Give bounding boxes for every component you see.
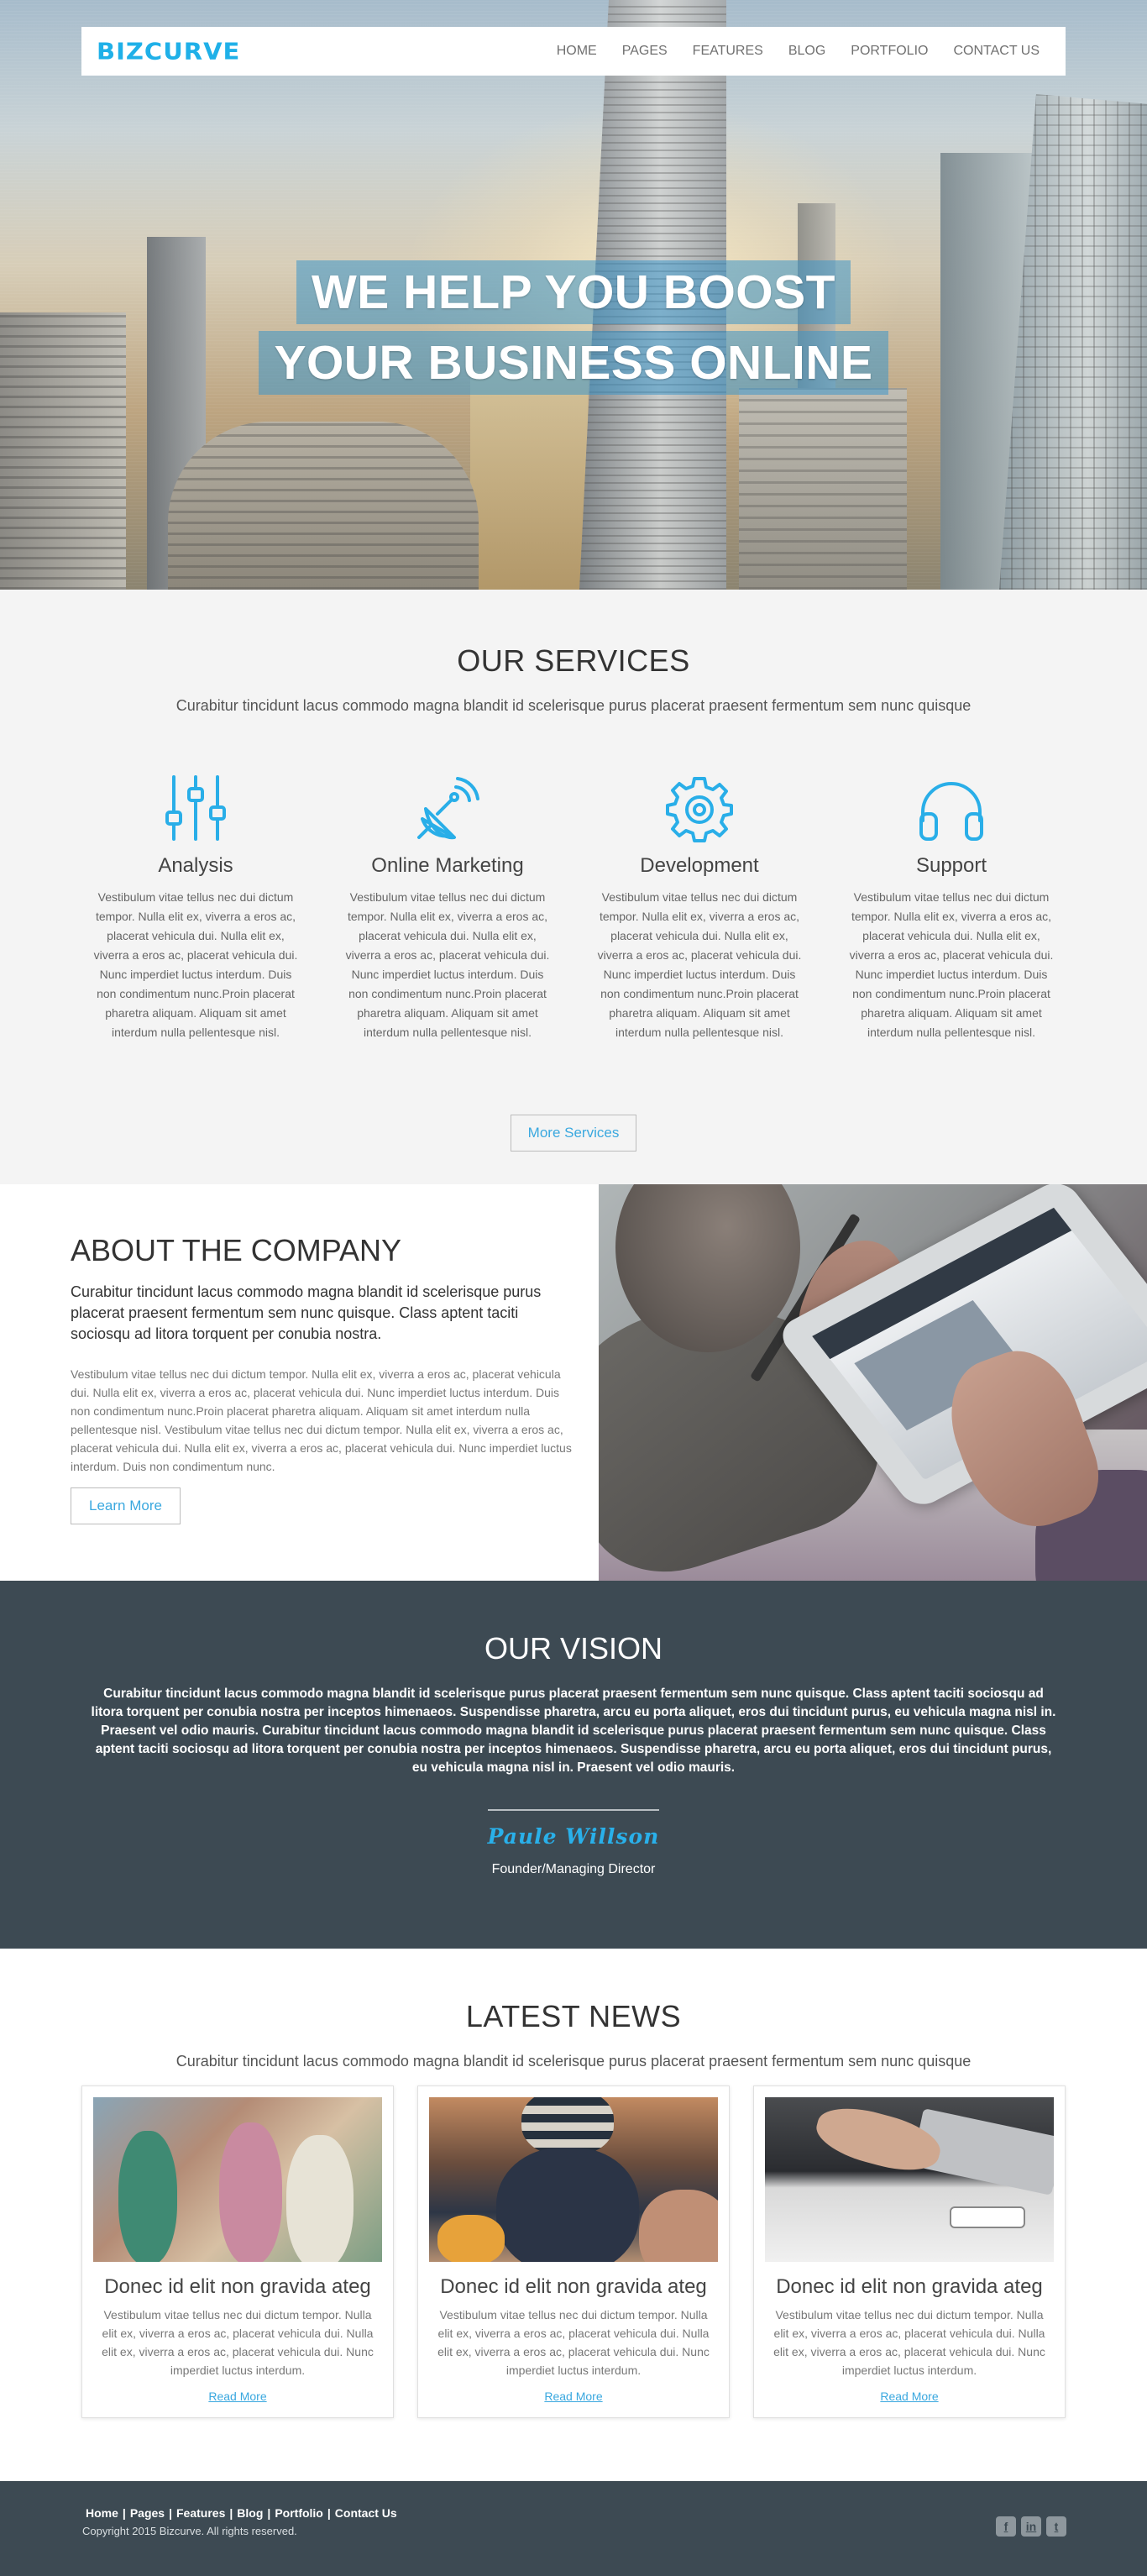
news-image-figure [639, 2190, 718, 2262]
read-more-link[interactable]: Read More [880, 2390, 938, 2403]
social-links: f in t [996, 2516, 1066, 2537]
main-navbar: BIZCURVE HOME PAGES FEATURES BLOG PORTFO… [81, 27, 1066, 76]
footer-link-pages[interactable]: Pages [130, 2506, 165, 2520]
news-image-figure [286, 2135, 354, 2262]
footer-separator: | [169, 2506, 172, 2520]
main-menu: HOME PAGES FEATURES BLOG PORTFOLIO CONTA… [544, 44, 1052, 59]
news-title: LATEST NEWS [465, 1999, 682, 2033]
services-list: Analysis Vestibulum vitae tellus nec dui… [0, 765, 1147, 1042]
service-name: Support [915, 854, 987, 877]
service-name: Online Marketing [371, 854, 524, 877]
nav-features[interactable]: FEATURES [680, 44, 776, 59]
news-card: Donec id elit non gravida ateg Vestibulu… [417, 2085, 730, 2418]
footer-separator: | [327, 2506, 331, 2520]
service-development: Development Vestibulum vitae tellus nec … [593, 765, 806, 1042]
about-content: ABOUT THE COMPANY Curabitur tincidunt la… [0, 1184, 599, 1581]
news-section: LATEST NEWS Curabitur tincidunt lacus co… [0, 1949, 1147, 2463]
footer-separator: | [122, 2506, 126, 2520]
news-list: Donec id elit non gravida ateg Vestibulu… [0, 2085, 1147, 2418]
nav-pages[interactable]: PAGES [610, 44, 680, 59]
read-more-link[interactable]: Read More [544, 2390, 602, 2403]
hero-section: BIZCURVE HOME PAGES FEATURES BLOG PORTFO… [0, 0, 1147, 590]
service-description: Vestibulum vitae tellus nec dui dictum t… [345, 890, 550, 1039]
service-name: Development [640, 854, 759, 877]
site-footer: Home | Pages | Features | Blog | Portfolio | Conta… [0, 2481, 1147, 2576]
nav-portfolio[interactable]: PORTFOLIO [838, 44, 940, 59]
news-image-runners [93, 2097, 382, 2262]
vision-section: OUR VISION Curabitur tincidunt lacus com… [0, 1581, 1147, 1949]
service-description: Vestibulum vitae tellus nec dui dictum t… [597, 890, 802, 1039]
footer-link-contact-us[interactable]: Contact Us [335, 2506, 397, 2520]
footer-link-home[interactable]: Home [86, 2506, 118, 2520]
satellite-dish-icon [341, 765, 554, 842]
services-title: OUR SERVICES [457, 643, 690, 678]
nav-contact-us[interactable]: CONTACT US [940, 44, 1052, 59]
founder-role: Founder/Managing Director [491, 1862, 656, 1876]
news-image-figure [118, 2131, 177, 2262]
news-card-text: Vestibulum vitae tellus nec dui dictum t… [773, 2308, 1045, 2377]
hero-headline-line-2: YOUR BUSINESS ONLINE [259, 331, 888, 395]
service-online-marketing: Online Marketing Vestibulum vitae tellus… [341, 765, 554, 1042]
news-subtitle: Curabitur tincidunt lacus commodo magna … [175, 2053, 972, 2070]
service-analysis: Analysis Vestibulum vitae tellus nec dui… [89, 765, 302, 1042]
news-image-toy [437, 2215, 505, 2262]
footer-link-blog[interactable]: Blog [237, 2506, 263, 2520]
news-image-laptop [765, 2097, 1054, 2262]
copyright-text: Copyright 2015 Bizcurve. All rights rese… [82, 2525, 297, 2537]
news-card: Donec id elit non gravida ateg Vestibulu… [753, 2085, 1066, 2418]
hero-headline: WE HELP YOU BOOST YOUR BUSINESS ONLINE [0, 260, 1147, 401]
news-card-text: Vestibulum vitae tellus nec dui dictum t… [102, 2308, 374, 2377]
news-card-title: Donec id elit non gravida ateg [440, 2275, 707, 2298]
news-image-figure [219, 2122, 282, 2262]
hero-headline-line-1: WE HELP YOU BOOST [296, 260, 851, 324]
news-card-text: Vestibulum vitae tellus nec dui dictum t… [437, 2308, 710, 2377]
news-image-figure [496, 2148, 639, 2262]
news-image-phone [950, 2206, 1025, 2228]
service-description: Vestibulum vitae tellus nec dui dictum t… [93, 890, 298, 1039]
news-card-title: Donec id elit non gravida ateg [776, 2275, 1043, 2298]
footer-link-features[interactable]: Features [176, 2506, 225, 2520]
service-support: Support Vestibulum vitae tellus nec dui … [845, 765, 1058, 1042]
founder-signature: Paule Willson [487, 1824, 660, 1849]
vision-text: Curabitur tincidunt lacus commodo magna … [91, 1687, 1056, 1775]
vision-title: OUR VISION [484, 1631, 663, 1666]
footer-separator: | [267, 2506, 271, 2520]
nav-home[interactable]: HOME [544, 44, 610, 59]
more-services-button[interactable]: More Services [510, 1115, 637, 1152]
about-body: Vestibulum vitae tellus nec dui dictum t… [71, 1367, 572, 1473]
footer-links: Home | Pages | Features | Blog | Portfolio | Conta… [86, 2506, 397, 2520]
news-card: Donec id elit non gravida ateg Vestibulu… [81, 2085, 394, 2418]
headphones-icon [845, 765, 1058, 842]
nav-blog[interactable]: BLOG [776, 44, 838, 59]
about-section: ABOUT THE COMPANY Curabitur tincidunt la… [0, 1184, 1147, 1581]
read-more-link[interactable]: Read More [208, 2390, 266, 2403]
news-image-child [429, 2097, 718, 2262]
linkedin-icon[interactable]: in [1021, 2516, 1041, 2537]
footer-separator: | [229, 2506, 233, 2520]
about-lead: Curabitur tincidunt lacus commodo magna … [71, 1283, 542, 1342]
service-description: Vestibulum vitae tellus nec dui dictum t… [849, 890, 1054, 1039]
footer-link-portfolio[interactable]: Portfolio [275, 2506, 323, 2520]
vision-divider [488, 1809, 659, 1811]
twitter-icon[interactable]: t [1046, 2516, 1066, 2537]
site-logo[interactable]: BIZCURVE [97, 38, 240, 65]
about-title: ABOUT THE COMPANY [71, 1233, 402, 1267]
facebook-icon[interactable]: f [996, 2516, 1016, 2537]
gear-icon [593, 765, 806, 842]
about-image [599, 1184, 1147, 1581]
sliders-icon [89, 765, 302, 842]
service-name: Analysis [158, 854, 233, 877]
services-section: OUR SERVICES Curabitur tincidunt lacus c… [0, 590, 1147, 1184]
services-subtitle: Curabitur tincidunt lacus commodo magna … [175, 697, 972, 714]
learn-more-button[interactable]: Learn More [71, 1487, 181, 1524]
footer-spacer [0, 2463, 1147, 2481]
news-card-title: Donec id elit non gravida ateg [104, 2275, 371, 2298]
